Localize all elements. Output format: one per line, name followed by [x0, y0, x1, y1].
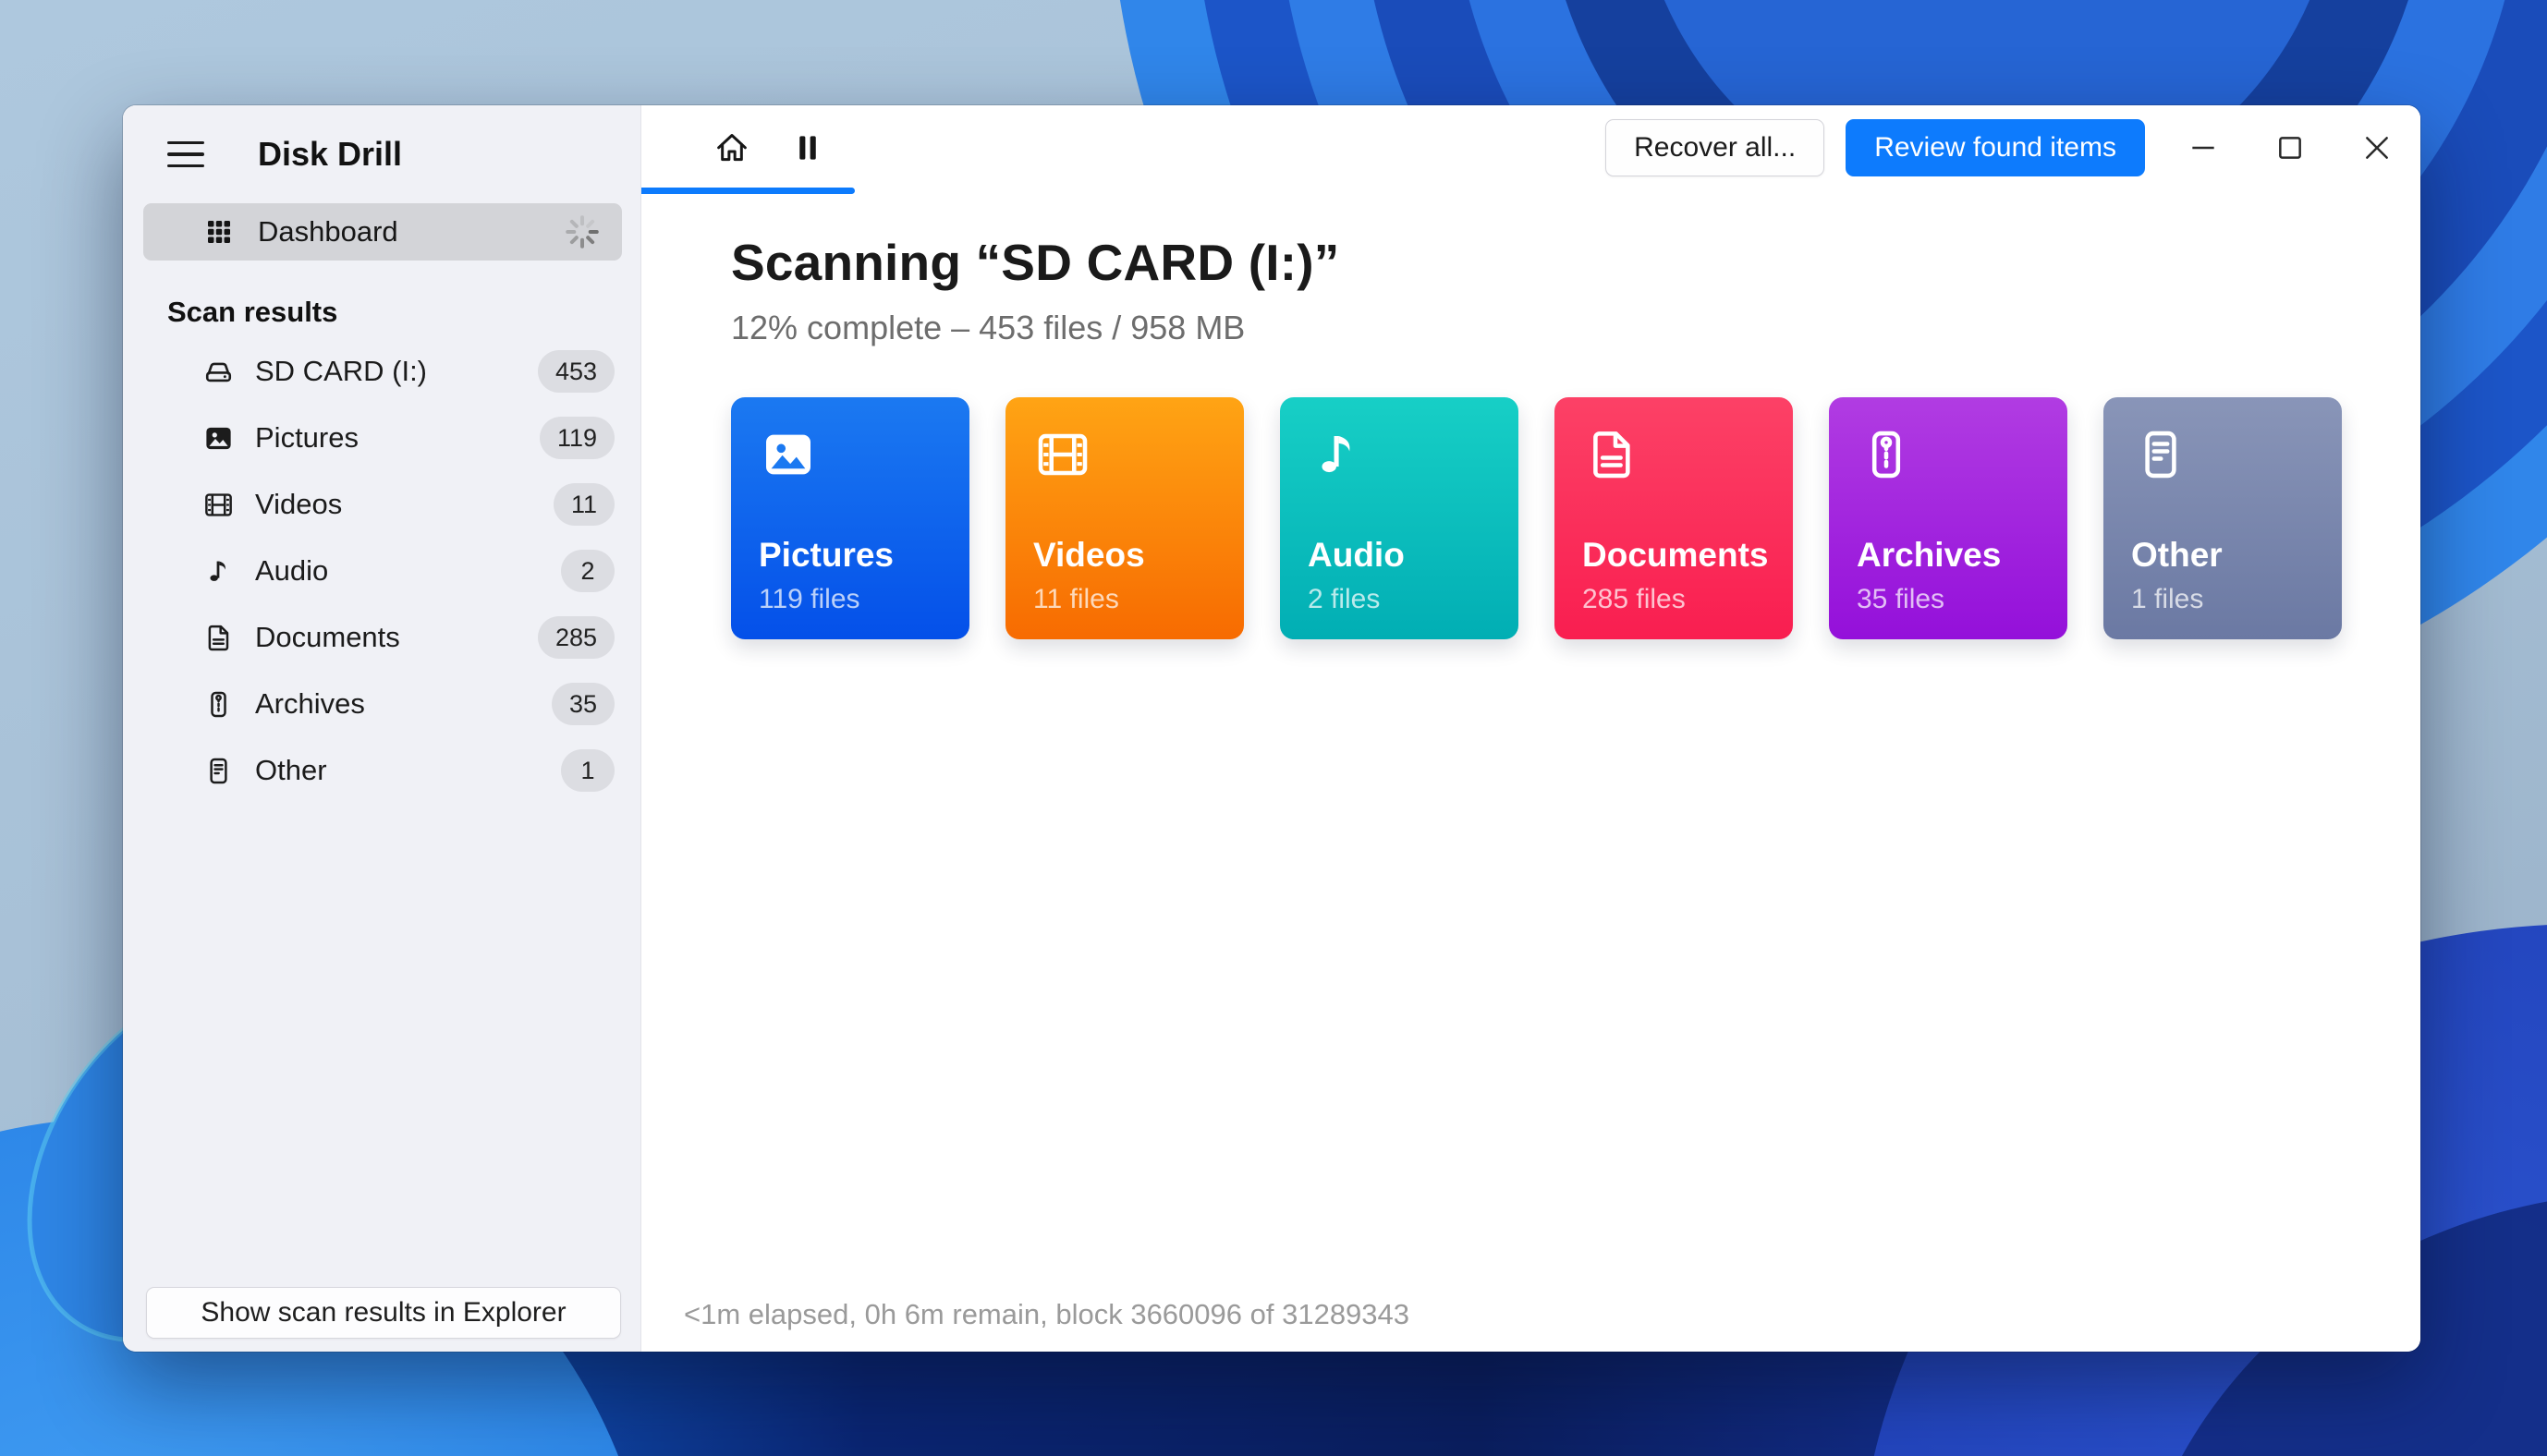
- sidebar-header: Disk Drill: [123, 105, 640, 203]
- card-spacer: [1582, 484, 1765, 536]
- card-title: Pictures: [759, 536, 895, 575]
- film-icon: [1033, 425, 1092, 484]
- recover-all-button[interactable]: Recover all...: [1605, 119, 1825, 176]
- home-icon: [713, 128, 751, 167]
- note-icon: [202, 555, 235, 588]
- sidebar-item-sd-card[interactable]: SD CARD (I:) 453: [123, 338, 640, 405]
- zip-icon: [1857, 425, 1916, 484]
- file-count-badge: 453: [537, 350, 615, 393]
- close-button[interactable]: [2348, 119, 2406, 176]
- sidebar-item-label: Archives: [255, 687, 365, 720]
- page-title: Scanning “SD CARD (I:)”: [731, 234, 1340, 291]
- dashboard-grid-icon: [202, 215, 236, 249]
- main-panel: Scanning “SD CARD (I:)” 12% complete – 4…: [641, 190, 2420, 1352]
- card-file-count: 119 files: [759, 584, 860, 614]
- sidebar-footer: Show scan results in Explorer: [123, 1287, 640, 1352]
- scan-results-heading: Scan results: [167, 296, 338, 328]
- file-count-badge: 119: [539, 417, 615, 459]
- sidebar-item-videos[interactable]: Videos 11: [123, 471, 640, 538]
- minimize-icon: [2185, 129, 2222, 166]
- scan-progress-text: 12% complete – 453 files / 958 MB: [731, 309, 1246, 346]
- card-spacer: [1033, 484, 1216, 536]
- note-icon: [1308, 425, 1367, 484]
- card-file-count: 2 files: [1308, 584, 1381, 614]
- card-title: Audio: [1308, 536, 1405, 575]
- scanning-spinner-icon: [563, 212, 602, 251]
- toolbar: Recover all... Review found items: [641, 105, 2420, 190]
- file-count-badge: 285: [537, 616, 615, 659]
- doc-icon: [202, 622, 235, 654]
- home-button[interactable]: [706, 122, 758, 174]
- file-count-badge: 2: [561, 550, 615, 592]
- sidebar-item-label: Other: [255, 754, 327, 786]
- card-title: Archives: [1857, 536, 2002, 575]
- category-card-archives[interactable]: Archives 35 files: [1829, 397, 2067, 639]
- sidebar-item-label: SD CARD (I:): [255, 355, 427, 387]
- card-title: Documents: [1582, 536, 1769, 575]
- close-icon: [2358, 129, 2395, 166]
- image-icon: [759, 425, 818, 484]
- sidebar-item-other[interactable]: Other 1: [123, 737, 640, 804]
- app-title: Disk Drill: [258, 135, 403, 173]
- scan-progress-bar: [641, 188, 855, 194]
- sidebar-item-documents[interactable]: Documents 285: [123, 604, 640, 671]
- image-icon: [202, 422, 235, 455]
- pause-icon: [788, 128, 827, 167]
- file-count-badge: 11: [553, 483, 615, 526]
- sidebar-item-label: Pictures: [255, 421, 359, 454]
- category-card-documents[interactable]: Documents 285 files: [1554, 397, 1793, 639]
- doc-icon: [1582, 425, 1641, 484]
- sidebar-item-label: Dashboard: [258, 215, 398, 248]
- card-spacer: [759, 484, 942, 536]
- category-card-pictures[interactable]: Pictures 119 files: [731, 397, 969, 639]
- show-in-explorer-button[interactable]: Show scan results in Explorer: [146, 1287, 621, 1339]
- sidebar-item-dashboard[interactable]: Dashboard: [143, 203, 622, 261]
- window-controls: [2175, 119, 2406, 176]
- content-area: Recover all... Review found items Scanni…: [641, 105, 2420, 1352]
- sidebar-item-archives[interactable]: Archives 35: [123, 671, 640, 737]
- maximize-icon: [2272, 129, 2309, 166]
- card-file-count: 35 files: [1857, 584, 1945, 614]
- review-found-items-button[interactable]: Review found items: [1846, 119, 2145, 176]
- card-spacer: [2131, 484, 2314, 536]
- category-card-audio[interactable]: Audio 2 files: [1280, 397, 1518, 639]
- card-file-count: 11 files: [1033, 584, 1119, 614]
- card-file-count: 1 files: [2131, 584, 2204, 614]
- sidebar-item-pictures[interactable]: Pictures 119: [123, 405, 640, 471]
- menu-button[interactable]: [167, 139, 210, 170]
- drive-icon: [202, 356, 235, 388]
- file-count-badge: 35: [551, 683, 615, 725]
- card-spacer: [1308, 484, 1491, 536]
- sidebar-item-label: Audio: [255, 554, 329, 587]
- maximize-button[interactable]: [2261, 119, 2319, 176]
- sidebar: Disk Drill Dashboard Scan results SD CAR…: [123, 105, 641, 1352]
- film-icon: [202, 489, 235, 521]
- card-title: Other: [2131, 536, 2223, 575]
- category-cards: Pictures 119 files Videos 11 files Audio…: [731, 397, 2365, 639]
- scan-status-text: <1m elapsed, 0h 6m remain, block 3660096…: [684, 1298, 1410, 1330]
- card-file-count: 285 files: [1582, 584, 1686, 614]
- card-spacer: [1857, 484, 2040, 536]
- category-card-other[interactable]: Other 1 files: [2103, 397, 2342, 639]
- minimize-button[interactable]: [2175, 119, 2232, 176]
- sidebar-item-audio[interactable]: Audio 2: [123, 538, 640, 604]
- zip-icon: [202, 688, 235, 721]
- category-card-videos[interactable]: Videos 11 files: [1005, 397, 1244, 639]
- scan-results-list: SD CARD (I:) 453 Pictures 119 Videos 11 …: [123, 338, 640, 804]
- file-lines-icon: [2131, 425, 2190, 484]
- file-lines-icon: [202, 755, 235, 787]
- pause-button[interactable]: [782, 122, 834, 174]
- file-count-badge: 1: [561, 749, 615, 792]
- sidebar-item-label: Videos: [255, 488, 343, 520]
- card-title: Videos: [1033, 536, 1145, 575]
- sidebar-item-label: Documents: [255, 621, 400, 653]
- app-window: Disk Drill Dashboard Scan results SD CAR…: [123, 105, 2420, 1352]
